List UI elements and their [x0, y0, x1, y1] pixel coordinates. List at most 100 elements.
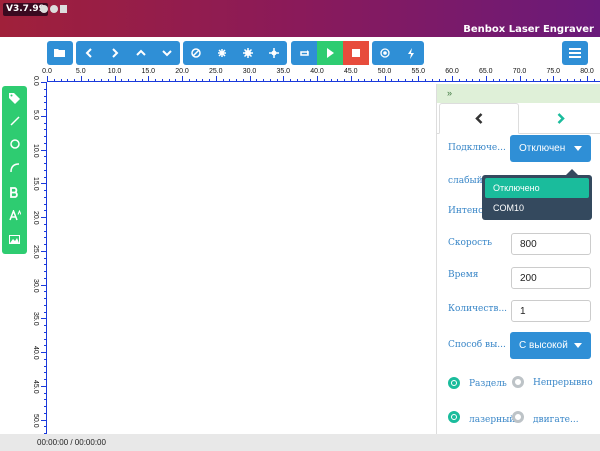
ruler-y-label: 35.0	[32, 312, 39, 326]
arrow-down-icon[interactable]	[154, 41, 180, 65]
connection-dropdown-menu: Отключено COM10	[482, 169, 592, 220]
mode-label: Способ вы...	[448, 340, 506, 350]
hamburger-menu-icon[interactable]	[562, 41, 588, 65]
titlebar-icons	[40, 5, 67, 13]
connection-select-value: Отключен	[519, 143, 566, 154]
radio-motor[interactable]	[512, 411, 524, 423]
ruler-x-label: 30.0	[242, 68, 257, 75]
tab-next[interactable]	[521, 103, 600, 134]
app-window: V3.7.99 Benbox Laser Engraver 0.0 5.0 10…	[0, 0, 600, 451]
dropdown-option-com10[interactable]: COM10	[485, 198, 589, 218]
arrow-left-icon[interactable]	[76, 41, 102, 65]
count-label: Количеств...	[448, 304, 508, 314]
ruler-x-label: 10.0	[107, 68, 122, 75]
gear-icon[interactable]	[235, 41, 261, 65]
ruler-x-label: 40.0	[310, 68, 324, 75]
ruler-x-label: 75.0	[546, 68, 561, 75]
chevron-right-icon	[557, 113, 565, 124]
ruler-x-label: 50.0	[377, 68, 392, 75]
ruler-y-label: 10.0	[32, 143, 39, 158]
title-bar: V3.7.99 Benbox Laser Engraver	[0, 0, 600, 37]
vertical-ruler: 0.0 5.0 10.0 15.0 20.0 25.0 30.0 35.0 40.0 45.0 50…	[30, 76, 47, 434]
bold-text-icon[interactable]	[2, 182, 27, 202]
settings-icon[interactable]	[40, 5, 48, 13]
speed-input[interactable]: 800	[511, 233, 591, 255]
radio-separate[interactable]	[448, 377, 460, 389]
ruler-x-label: 70.0	[512, 68, 527, 75]
connection-select[interactable]: Отключен	[510, 135, 591, 162]
font-size-icon[interactable]	[2, 205, 27, 225]
ruler-x-label: 0.0	[42, 68, 52, 75]
ruler-x-label: 25.0	[208, 68, 223, 75]
flag-icon[interactable]	[60, 5, 67, 13]
time-input[interactable]: 200	[511, 267, 591, 289]
ruler-x-label: 65.0	[478, 68, 493, 75]
stop-icon[interactable]	[343, 41, 369, 65]
toolbar-run-group	[291, 41, 369, 65]
circle-icon[interactable]	[2, 134, 27, 154]
ban-icon[interactable]	[183, 41, 209, 65]
ruler-y-label: 45.0	[32, 379, 39, 394]
ruler-x-label: 80.0	[580, 68, 594, 75]
arrow-right-icon[interactable]	[102, 41, 128, 65]
tag-icon[interactable]	[2, 88, 27, 108]
radio-continuous-label: Непрерывно	[533, 378, 593, 388]
ruler-y-label: 40.0	[32, 346, 39, 360]
job-timer: 00:00:00 / 00:00:00	[37, 438, 106, 447]
repeat-icon[interactable]	[291, 41, 317, 65]
collapse-icon[interactable]: »	[447, 88, 452, 98]
ruler-y-label: 0.0	[32, 76, 39, 86]
play-icon[interactable]	[317, 41, 343, 65]
radio-continuous[interactable]	[512, 376, 524, 388]
ruler-x-label: 20.0	[175, 68, 189, 75]
ruler-y-label: 25.0	[32, 244, 39, 259]
app-title: Benbox Laser Engraver	[463, 24, 594, 35]
folder-open-icon[interactable]	[47, 41, 73, 65]
caret-down-icon	[574, 146, 582, 151]
caret-down-icon	[574, 343, 582, 348]
ruler-x-label: 55.0	[411, 68, 426, 75]
info-icon[interactable]	[50, 5, 58, 13]
ruler-y-label: 30.0	[32, 278, 39, 293]
engraving-canvas[interactable]	[47, 82, 436, 434]
bolt-icon[interactable]	[398, 41, 424, 65]
panel-header[interactable]: »	[437, 84, 600, 103]
count-input[interactable]: 1	[511, 300, 591, 322]
panel-tabs	[437, 103, 600, 134]
ruler-x-label: 15.0	[141, 68, 156, 75]
toolbar-move-group	[76, 41, 180, 65]
dropdown-option-disconnected[interactable]: Отключено	[485, 178, 589, 198]
asterisk-icon[interactable]	[209, 41, 235, 65]
drawing-tools-panel	[2, 86, 27, 254]
radio-separate-label: Раздель	[469, 379, 507, 389]
radio-motor-label: двигате...	[533, 415, 579, 425]
toolbar-extra-group	[372, 41, 424, 65]
toolbar-transform-group	[183, 41, 287, 65]
horizontal-ruler: 0.0 5.0 10.0 15.0 20.0 25.0 30.0 35.0 40.0 45.0 50…	[42, 68, 600, 82]
ruler-y-label: 15.0	[32, 177, 39, 191]
chevron-left-icon	[475, 113, 483, 124]
ruler-x-label: 45.0	[343, 68, 358, 75]
mode-select[interactable]: С высокой	[510, 332, 591, 359]
mode-select-value: С высокой	[519, 340, 568, 351]
crosshair-icon[interactable]	[261, 41, 287, 65]
ruler-x-label: 60.0	[445, 68, 459, 75]
line-icon[interactable]	[2, 111, 27, 131]
tab-previous[interactable]	[439, 103, 519, 134]
radio-laser[interactable]	[448, 411, 460, 423]
target-icon[interactable]	[372, 41, 398, 65]
ruler-x-label: 35.0	[276, 68, 291, 75]
ruler-y-label: 20.0	[32, 211, 39, 225]
radio-laser-label: лазерный	[469, 415, 516, 425]
connect-label: Подключе...	[448, 143, 506, 153]
status-bar: 00:00:00 / 00:00:00	[0, 434, 600, 451]
arc-icon[interactable]	[2, 158, 27, 178]
toolbar-file-group	[47, 41, 73, 65]
speed-label: Скорость	[448, 238, 493, 248]
arrow-up-icon[interactable]	[128, 41, 154, 65]
ruler-y-label: 50.0	[32, 413, 39, 428]
time-label: Время	[448, 270, 479, 280]
weak-label: слабый	[448, 176, 483, 186]
settings-panel: » Подключе... Отключен слабый Интенси Ск…	[436, 84, 600, 434]
image-icon[interactable]	[2, 229, 27, 249]
